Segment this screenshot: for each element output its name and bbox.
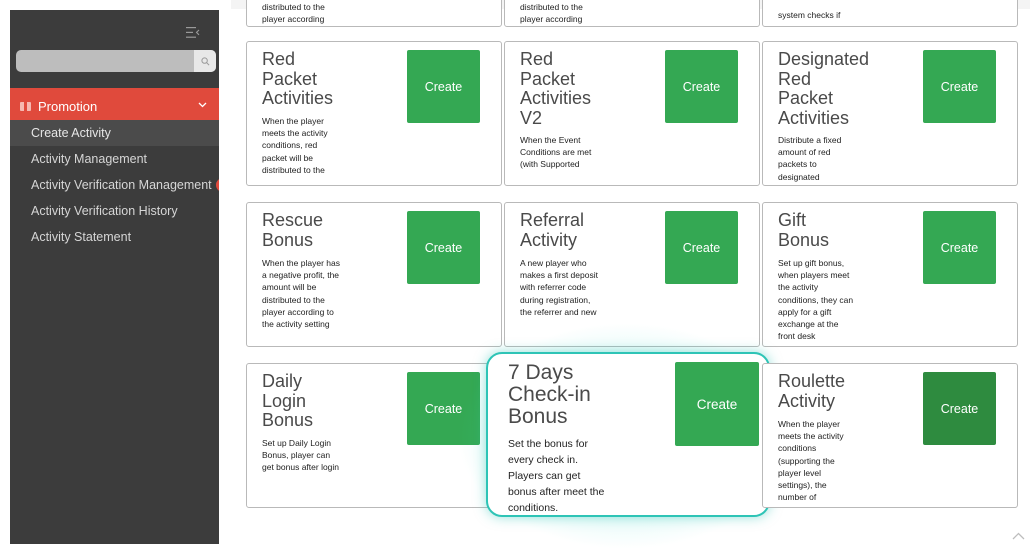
create-button[interactable]: Create	[665, 50, 738, 123]
main-content: distributed to the player according dist…	[231, 0, 1030, 550]
sidebar-item-label: Create Activity	[31, 126, 111, 140]
activity-card: Red Packet Activities V2 Create When the…	[504, 41, 760, 186]
activity-card-partial: distributed to the player according	[246, 0, 502, 27]
card-description: Set up Daily Login Bonus, player can get…	[262, 438, 340, 473]
card-title: Rescue Bonus	[262, 210, 324, 250]
create-button[interactable]: Create	[675, 362, 759, 446]
activity-card: Roulette Activity Create When the player…	[762, 363, 1018, 508]
search-input[interactable]	[16, 50, 216, 72]
card-description: When the player meets the activity condi…	[778, 419, 844, 503]
card-description: system checks if	[778, 10, 841, 20]
activity-card-highlighted: 7 Days Check-in Bonus Create Set the bon…	[486, 352, 770, 517]
sidebar-item-activity-management[interactable]: Activity Management	[10, 146, 219, 172]
sidebar-item-activity-verification-history[interactable]: Activity Verification History	[10, 198, 219, 224]
card-title: Referral Activity	[520, 210, 585, 250]
card-title: Red Packet Activities	[262, 49, 334, 108]
activity-card: Rescue Bonus Create When the player has …	[246, 202, 502, 347]
search-icon	[200, 56, 209, 65]
card-description: distributed to the player according	[262, 2, 325, 25]
create-button[interactable]: Create	[923, 211, 996, 284]
card-title: Red Packet Activities V2	[520, 49, 592, 128]
card-description: When the player has a negative profit, t…	[262, 258, 340, 330]
sidebar-item-activity-statement[interactable]: Activity Statement	[10, 224, 219, 250]
card-title: Designated Red Packet Activities	[778, 49, 870, 128]
sidebar-item-create-activity[interactable]: Create Activity	[10, 120, 219, 146]
activity-card: Gift Bonus Create Set up gift bonus, whe…	[762, 202, 1018, 347]
activity-card-partial: system checks if	[762, 0, 1018, 27]
activity-card-partial: distributed to the player according	[504, 0, 760, 27]
sidebar-item-label: Activity Verification History	[31, 204, 178, 218]
create-button[interactable]: Create	[665, 211, 738, 284]
card-description: A new player who makes a first deposit w…	[520, 258, 598, 317]
sidebar-item-label: Activity Statement	[31, 230, 132, 244]
count-badge: 21	[216, 178, 219, 192]
sidebar-item-activity-verification-management[interactable]: Activity Verification Management 21	[10, 172, 219, 198]
create-button[interactable]: Create	[407, 211, 480, 284]
card-title: 7 Days Check-in Bonus	[508, 361, 591, 428]
card-description: distributed to the player according	[520, 2, 583, 25]
create-button[interactable]: Create	[407, 50, 480, 123]
chevron-up-icon[interactable]	[1012, 527, 1025, 543]
sidebar-section-label: Promotion	[38, 99, 98, 114]
sidebar-item-label: Activity Verification Management	[31, 178, 212, 192]
card-title: Daily Login Bonus	[262, 371, 314, 430]
create-button[interactable]: Create	[407, 372, 480, 445]
sidebar-item-label: Activity Management	[31, 152, 148, 166]
activity-card: Daily Login Bonus Create Set up Daily Lo…	[246, 363, 502, 508]
card-description: Set up gift bonus, when players meet the…	[778, 258, 854, 342]
card-description: Set the bonus for every check in. Player…	[508, 438, 605, 514]
chevron-down-icon	[198, 99, 207, 111]
card-title: Roulette Activity	[778, 371, 846, 411]
sidebar-menu: Create Activity Activity Management Acti…	[10, 120, 219, 250]
card-description: When the player meets the activity condi…	[262, 116, 328, 175]
gift-icon	[20, 102, 31, 111]
create-button[interactable]: Create	[923, 50, 996, 123]
card-title: Gift Bonus	[778, 210, 830, 250]
activity-card: Referral Activity Create A new player wh…	[504, 202, 760, 347]
activity-card: Red Packet Activities Create When the pl…	[246, 41, 502, 186]
search-button[interactable]	[194, 50, 216, 72]
activity-card: Designated Red Packet Activities Create …	[762, 41, 1018, 186]
create-button[interactable]: Create	[923, 372, 996, 445]
card-description: Distribute a fixed amount of red packets…	[778, 135, 842, 182]
menu-collapse-icon[interactable]	[182, 24, 204, 44]
sidebar: Promotion Create Activity Activity Manag…	[10, 10, 219, 544]
card-description: When the Event Conditions are met (with …	[520, 135, 592, 170]
